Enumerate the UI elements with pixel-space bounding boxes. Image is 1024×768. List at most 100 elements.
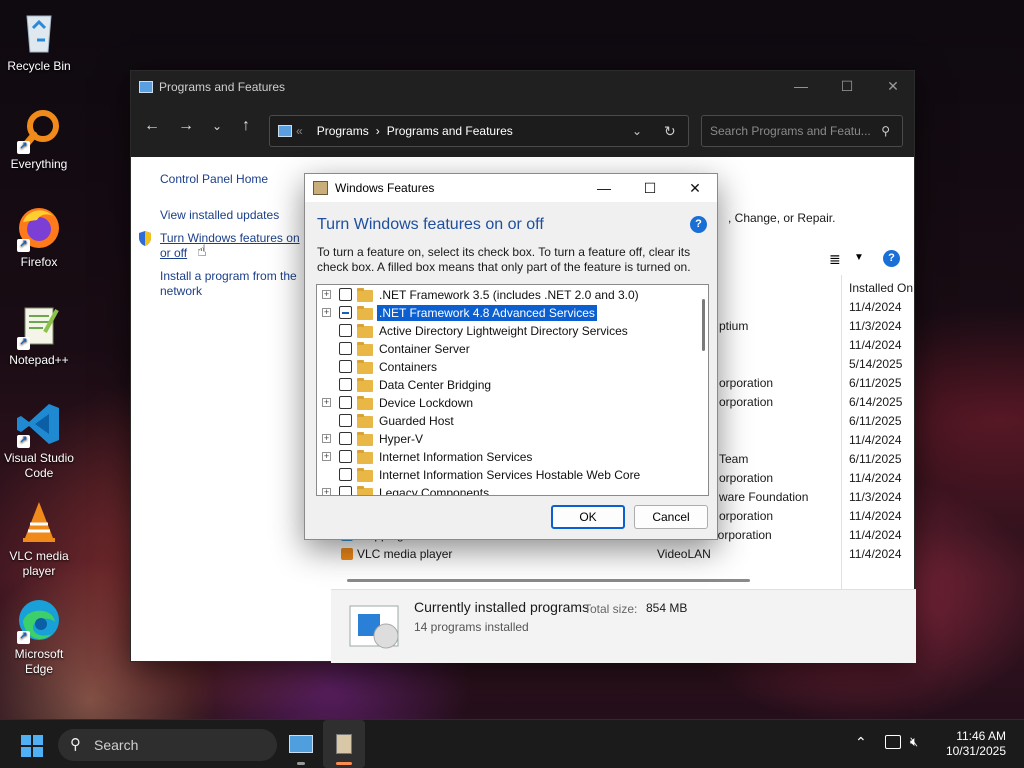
folder-icon: [357, 468, 373, 482]
dialog-heading: Turn Windows features on or off: [317, 216, 544, 233]
feature-row[interactable]: Guarded Host: [317, 412, 697, 430]
feature-checkbox[interactable]: [339, 342, 352, 355]
view-dropdown-icon[interactable]: ▼: [854, 252, 864, 263]
feature-checkbox[interactable]: [339, 396, 352, 409]
taskbar-search-box[interactable]: ⚲ Search: [58, 729, 277, 761]
feature-label: Containers: [379, 360, 438, 374]
minimize-button[interactable]: —: [778, 71, 824, 103]
feature-checkbox[interactable]: [339, 378, 352, 391]
column-installed-on[interactable]: Installed On: [849, 281, 913, 295]
desktop-icon-firefox[interactable]: ↗ Firefox: [2, 204, 76, 270]
dialog-description: To turn a feature on, select its check b…: [317, 245, 691, 274]
feature-row[interactable]: + .NET Framework 3.5 (includes .NET 2.0 a…: [317, 286, 697, 304]
expand-icon[interactable]: +: [322, 488, 331, 495]
feature-row[interactable]: Containers: [317, 358, 697, 376]
search-icon: ⚲: [881, 124, 890, 138]
feature-checkbox[interactable]: [339, 360, 352, 373]
ok-button[interactable]: OK: [551, 505, 625, 529]
start-icon[interactable]: [21, 735, 43, 757]
feature-row[interactable]: + Legacy Components: [317, 484, 697, 495]
desktop-icon-recycle-bin[interactable]: Recycle Bin: [2, 8, 76, 74]
expand-icon[interactable]: +: [322, 290, 331, 299]
expand-icon[interactable]: +: [322, 398, 331, 407]
turn-windows-features-link[interactable]: Turn Windows features on or off: [160, 231, 310, 261]
feature-checkbox[interactable]: [339, 414, 352, 427]
view-options-icon[interactable]: ≣: [829, 251, 841, 268]
desktop-icon-notepadpp[interactable]: ↗ Notepad++: [2, 302, 76, 368]
feature-row[interactable]: Container Server: [317, 340, 697, 358]
dialog-close-button[interactable]: ✕: [672, 174, 718, 202]
expand-icon[interactable]: +: [322, 452, 331, 461]
feature-checkbox[interactable]: [339, 432, 352, 445]
program-name[interactable]: VLC media player: [357, 547, 452, 561]
feature-checkbox[interactable]: [339, 324, 352, 337]
feature-row[interactable]: + Device Lockdown: [317, 394, 697, 412]
column-divider: [841, 275, 842, 595]
feature-row[interactable]: Data Center Bridging: [317, 376, 697, 394]
program-publisher: orporation: [719, 395, 774, 409]
forward-icon[interactable]: →: [173, 117, 199, 135]
feature-checkbox[interactable]: [339, 486, 352, 495]
install-from-network-link[interactable]: Install a program from the network: [160, 269, 305, 299]
network-icon[interactable]: [885, 735, 901, 749]
expand-icon[interactable]: +: [322, 434, 331, 443]
desktop-icon-vlc[interactable]: VLC media player: [2, 498, 76, 579]
help-icon[interactable]: ?: [883, 250, 900, 267]
features-tree[interactable]: + .NET Framework 3.5 (includes .NET 2.0 a…: [316, 284, 709, 496]
program-installed-date: 11/4/2024: [849, 433, 902, 447]
desktop-icon-everything[interactable]: ↗ Everything: [2, 106, 76, 172]
feature-row[interactable]: + Internet Information Services: [317, 448, 697, 466]
cancel-button[interactable]: Cancel: [634, 505, 708, 529]
feature-checkbox[interactable]: [339, 450, 352, 463]
program-publisher: ware Foundation: [719, 490, 809, 504]
feature-row[interactable]: Internet Information Services Hostable W…: [317, 466, 697, 484]
up-icon[interactable]: ↑: [233, 117, 259, 135]
feature-row[interactable]: + .NET Framework 4.8 Advanced Services: [317, 304, 697, 322]
feature-label: Device Lockdown: [379, 396, 474, 410]
back-icon[interactable]: ←: [139, 117, 165, 135]
program-installed-date: 11/3/2024: [849, 319, 902, 333]
windows-features-dialog: Windows Features — ☐ ✕ Turn Windows feat…: [304, 173, 718, 540]
volume-muted-icon[interactable]: 🔇︎: [910, 734, 918, 750]
folder-icon: [357, 360, 373, 374]
program-installed-date: 6/14/2025: [849, 395, 903, 409]
breadcrumb-programs[interactable]: Programs: [317, 124, 369, 138]
clock-time: 11:46 AM: [956, 729, 1006, 743]
address-dropdown-icon[interactable]: ⌄: [632, 124, 642, 138]
desktop-icon-edge[interactable]: ↗ Microsoft Edge: [2, 596, 76, 677]
search-icon: ⚲: [70, 736, 81, 753]
control-panel-home-link[interactable]: Control Panel Home: [160, 172, 268, 187]
view-installed-updates-link[interactable]: View installed updates: [160, 208, 279, 223]
search-programs-input[interactable]: Search Programs and Featu... ⚲: [701, 115, 903, 147]
show-hidden-icons-icon[interactable]: ⌃: [855, 734, 867, 751]
dialog-maximize-button[interactable]: ☐: [627, 174, 673, 202]
program-publisher: orporation: [719, 509, 774, 523]
system-clock[interactable]: 11:46 AM 10/31/2025: [946, 729, 1006, 759]
feature-checkbox[interactable]: [339, 306, 352, 319]
program-installed-date: 6/11/2025: [849, 376, 902, 390]
feature-checkbox[interactable]: [339, 288, 352, 301]
total-size-value: 854 MB: [646, 601, 688, 615]
control-panel-taskbar-icon[interactable]: [289, 735, 313, 753]
tree-scrollbar-thumb[interactable]: [702, 299, 705, 351]
vlc-icon: [341, 548, 353, 560]
expand-icon[interactable]: +: [322, 308, 331, 317]
maximize-button[interactable]: ☐: [824, 71, 870, 103]
dialog-help-icon[interactable]: ?: [690, 216, 707, 233]
feature-checkbox[interactable]: [339, 468, 352, 481]
desktop-icon-vscode[interactable]: ↗ Visual Studio Code: [2, 400, 76, 481]
program-installed-date: 11/4/2024: [849, 547, 902, 561]
address-bar[interactable]: « Programs › Programs and Features ⌄ ↻: [269, 115, 689, 147]
folder-icon: [357, 288, 373, 302]
program-publisher: ptium: [719, 319, 749, 333]
close-button[interactable]: ✕: [870, 71, 916, 103]
feature-row[interactable]: + Hyper-V: [317, 430, 697, 448]
breadcrumb-programs-and-features[interactable]: Programs and Features: [387, 124, 513, 138]
refresh-icon[interactable]: ↻: [664, 123, 676, 140]
feature-label: Data Center Bridging: [379, 378, 492, 392]
dialog-minimize-button[interactable]: —: [581, 174, 627, 202]
feature-row[interactable]: Active Directory Lightweight Directory S…: [317, 322, 697, 340]
folder-icon: [357, 486, 373, 495]
recent-locations-icon[interactable]: ⌄: [204, 119, 230, 133]
horizontal-scrollbar[interactable]: [347, 579, 750, 582]
